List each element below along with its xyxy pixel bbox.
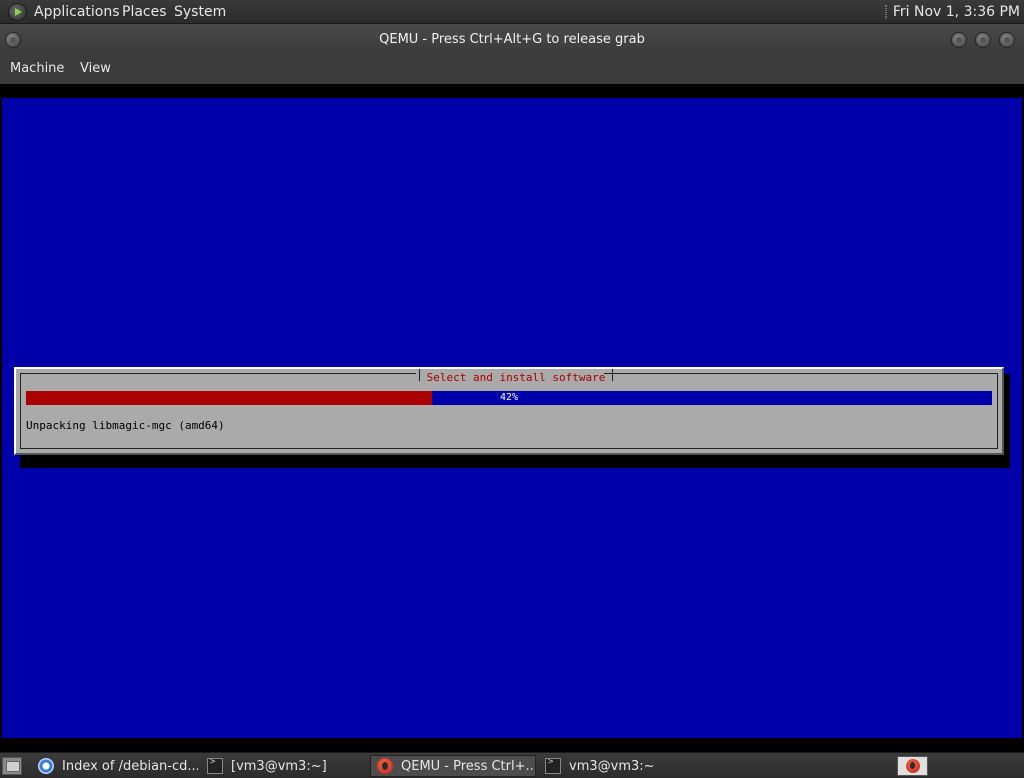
- progress-bar: 42%: [26, 391, 992, 405]
- install-dialog: Select and install software 42% Unpackin…: [14, 367, 1004, 455]
- minimize-button[interactable]: [951, 32, 967, 48]
- task-label: vm3@vm3:~: [569, 758, 655, 774]
- maximize-button[interactable]: [975, 32, 991, 48]
- task-label: QEMU - Press Ctrl+...: [401, 758, 536, 774]
- task-terminal-1[interactable]: [vm3@vm3:~]: [201, 755, 367, 777]
- progress-label: 42%: [499, 392, 519, 403]
- window-title: QEMU - Press Ctrl+Alt+G to release grab: [379, 32, 645, 47]
- task-browser[interactable]: Index of /debian-cd...: [32, 755, 198, 777]
- dialog-title: Select and install software: [419, 369, 613, 384]
- task-label: [vm3@vm3:~]: [231, 758, 327, 774]
- browser-icon: [38, 758, 54, 774]
- panel-separator: [884, 5, 887, 19]
- clock-area: Fri Nov 1, 3:36 PM: [884, 0, 1024, 24]
- system-menu[interactable]: System: [174, 3, 226, 21]
- terminal-icon: [545, 757, 561, 774]
- guest-border-bottom: [0, 738, 1024, 752]
- guest-border-top: [0, 84, 1024, 98]
- app-menubar: Machine View: [0, 55, 1024, 84]
- taskbar: Index of /debian-cd... [vm3@vm3:~] QEMU …: [0, 752, 1024, 778]
- dialog-frame: Select and install software: [20, 369, 998, 449]
- workspace-switcher[interactable]: [897, 756, 928, 776]
- applications-menu[interactable]: Applications: [34, 3, 120, 21]
- applications-menu-icon[interactable]: [8, 3, 27, 21]
- qemu-icon: [377, 758, 393, 774]
- qemu-icon: [906, 759, 920, 773]
- window-titlebar[interactable]: QEMU - Press Ctrl+Alt+G to release grab: [0, 24, 1024, 55]
- terminal-icon: [207, 757, 223, 774]
- menu-machine[interactable]: Machine: [10, 61, 64, 76]
- show-desktop-icon[interactable]: [2, 757, 22, 775]
- close-button[interactable]: [999, 32, 1015, 48]
- clock[interactable]: Fri Nov 1, 3:36 PM: [893, 4, 1020, 20]
- window-menu-button[interactable]: [5, 32, 21, 48]
- top-panel: Applications Places System Fri Nov 1, 3:…: [0, 0, 1024, 24]
- places-menu[interactable]: Places: [122, 3, 167, 21]
- task-terminal-2[interactable]: vm3@vm3:~: [539, 755, 705, 777]
- task-qemu[interactable]: QEMU - Press Ctrl+...: [370, 755, 536, 777]
- status-text: Unpacking libmagic-mgc (amd64): [26, 419, 225, 432]
- task-label: Index of /debian-cd...: [62, 758, 198, 774]
- menu-view[interactable]: View: [80, 61, 111, 76]
